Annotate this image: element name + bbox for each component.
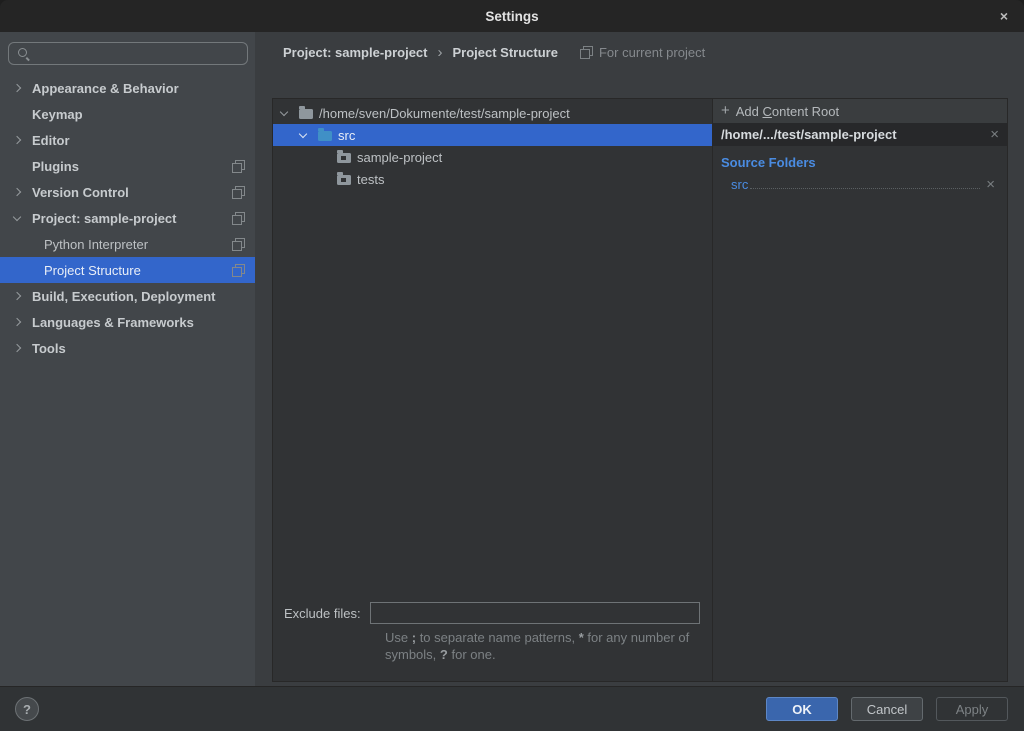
chevron-right-icon[interactable] bbox=[13, 344, 21, 352]
sidebar-item-label: Build, Execution, Deployment bbox=[32, 289, 215, 304]
scope-note: For current project bbox=[580, 45, 705, 60]
folder-icon bbox=[299, 109, 313, 119]
shared-settings-icon bbox=[232, 160, 245, 173]
project-structure-panels: /home/sven/Dokumente/test/sample-project… bbox=[272, 98, 1008, 682]
exclude-files-section: Exclude files: Use ; to separate name pa… bbox=[273, 602, 712, 681]
sidebar-item-label: Version Control bbox=[32, 185, 129, 200]
shared-settings-icon bbox=[232, 238, 245, 251]
scope-note-label: For current project bbox=[599, 45, 705, 60]
sidebar-item-keymap[interactable]: Keymap bbox=[0, 101, 255, 127]
chevron-right-icon[interactable] bbox=[13, 292, 21, 300]
apply-button[interactable]: Apply bbox=[936, 697, 1008, 721]
title-bar: Settings × bbox=[0, 0, 1024, 32]
ok-button[interactable]: OK bbox=[766, 697, 838, 721]
sidebar-item-label: Appearance & Behavior bbox=[32, 81, 179, 96]
sidebar-item-label: Keymap bbox=[32, 107, 83, 122]
dialog-footer: ? OK Cancel Apply bbox=[0, 686, 1024, 731]
sidebar-item-label: Python Interpreter bbox=[44, 237, 148, 252]
breadcrumb-separator: › bbox=[438, 44, 443, 61]
dialog-buttons: OK Cancel Apply bbox=[766, 697, 1008, 721]
sidebar-item-editor[interactable]: Editor bbox=[0, 127, 255, 153]
content-root-path: /home/.../test/sample-project bbox=[721, 127, 990, 142]
chevron-down-icon[interactable] bbox=[280, 107, 288, 115]
shared-settings-icon bbox=[232, 264, 245, 277]
sidebar-item-languages-frameworks[interactable]: Languages & Frameworks bbox=[0, 309, 255, 335]
source-folder-entry[interactable]: src × bbox=[731, 177, 995, 192]
tree-row-label: src bbox=[338, 128, 355, 143]
content-roots-panel: + Add Content Root /home/.../test/sample… bbox=[713, 99, 1007, 681]
sidebar-item-python-interpreter[interactable]: Python Interpreter bbox=[0, 231, 255, 257]
package-folder-icon bbox=[337, 175, 351, 185]
sidebar-item-project-structure[interactable]: Project Structure bbox=[0, 257, 255, 283]
sidebar-item-label: Editor bbox=[32, 133, 70, 148]
sidebar-item-label: Languages & Frameworks bbox=[32, 315, 194, 330]
dotted-leader bbox=[750, 188, 980, 189]
search-icon bbox=[17, 47, 30, 60]
tree-row-tests[interactable]: tests bbox=[273, 168, 712, 190]
source-folder-name: src bbox=[731, 177, 748, 192]
sidebar-item-label: Tools bbox=[32, 341, 66, 356]
close-icon[interactable]: × bbox=[995, 7, 1013, 25]
source-folders-heading: Source Folders bbox=[721, 155, 1007, 170]
settings-search-box[interactable] bbox=[8, 42, 248, 65]
tree-row-label: tests bbox=[357, 172, 384, 187]
main-area: Project: sample-project › Project Struct… bbox=[255, 32, 1024, 686]
content-root-entry[interactable]: /home/.../test/sample-project × bbox=[713, 123, 1007, 146]
tree-row-content-root[interactable]: /home/sven/Dokumente/test/sample-project bbox=[273, 102, 712, 124]
chevron-down-icon[interactable] bbox=[13, 212, 21, 220]
remove-source-folder-icon[interactable]: × bbox=[986, 177, 995, 192]
sidebar-item-build-execution-deployment[interactable]: Build, Execution, Deployment bbox=[0, 283, 255, 309]
exclude-files-hint: Use ; to separate name patterns, * for a… bbox=[385, 629, 719, 663]
sidebar-list: Appearance & Behavior Keymap Editor Plug… bbox=[0, 75, 255, 361]
source-folder-icon bbox=[318, 131, 332, 141]
cancel-button[interactable]: Cancel bbox=[851, 697, 923, 721]
chevron-right-icon[interactable] bbox=[13, 84, 21, 92]
breadcrumb: Project: sample-project › Project Struct… bbox=[283, 40, 1008, 64]
directory-tree: /home/sven/Dokumente/test/sample-project… bbox=[273, 99, 712, 190]
chevron-right-icon[interactable] bbox=[13, 136, 21, 144]
help-button[interactable]: ? bbox=[15, 697, 39, 721]
add-content-root-label: Add Content Root bbox=[736, 104, 839, 119]
chevron-down-icon[interactable] bbox=[299, 129, 307, 137]
for-current-project-icon bbox=[580, 46, 593, 59]
shared-settings-icon bbox=[232, 186, 245, 199]
shared-settings-icon bbox=[232, 212, 245, 225]
settings-dialog: Settings × Appearance & Behavior Keymap … bbox=[0, 0, 1024, 731]
sidebar-item-project-sample-project[interactable]: Project: sample-project bbox=[0, 205, 255, 231]
settings-sidebar: Appearance & Behavior Keymap Editor Plug… bbox=[0, 32, 255, 686]
plus-icon: + bbox=[721, 102, 730, 119]
breadcrumb-project[interactable]: Project: sample-project bbox=[283, 45, 428, 60]
tree-row-sample-project[interactable]: sample-project bbox=[273, 146, 712, 168]
tree-row-label: /home/sven/Dokumente/test/sample-project bbox=[319, 106, 570, 121]
content-root-tree-panel: /home/sven/Dokumente/test/sample-project… bbox=[273, 99, 713, 681]
sidebar-item-label: Plugins bbox=[32, 159, 79, 174]
tree-row-src[interactable]: src bbox=[273, 124, 712, 146]
search-input[interactable] bbox=[30, 46, 247, 61]
sidebar-item-appearance-behavior[interactable]: Appearance & Behavior bbox=[0, 75, 255, 101]
page-title: Project Structure bbox=[453, 45, 558, 60]
dialog-title: Settings bbox=[485, 9, 538, 24]
chevron-right-icon[interactable] bbox=[13, 318, 21, 326]
sidebar-item-tools[interactable]: Tools bbox=[0, 335, 255, 361]
sidebar-item-label: Project: sample-project bbox=[32, 211, 177, 226]
sidebar-item-plugins[interactable]: Plugins bbox=[0, 153, 255, 179]
package-folder-icon bbox=[337, 153, 351, 163]
chevron-right-icon[interactable] bbox=[13, 188, 21, 196]
remove-content-root-icon[interactable]: × bbox=[990, 127, 999, 142]
add-content-root-button[interactable]: + Add Content Root bbox=[713, 99, 1007, 123]
sidebar-item-version-control[interactable]: Version Control bbox=[0, 179, 255, 205]
sidebar-item-label: Project Structure bbox=[44, 263, 141, 278]
tree-row-label: sample-project bbox=[357, 150, 442, 165]
exclude-files-input[interactable] bbox=[370, 602, 700, 624]
exclude-files-label: Exclude files: bbox=[284, 606, 361, 621]
